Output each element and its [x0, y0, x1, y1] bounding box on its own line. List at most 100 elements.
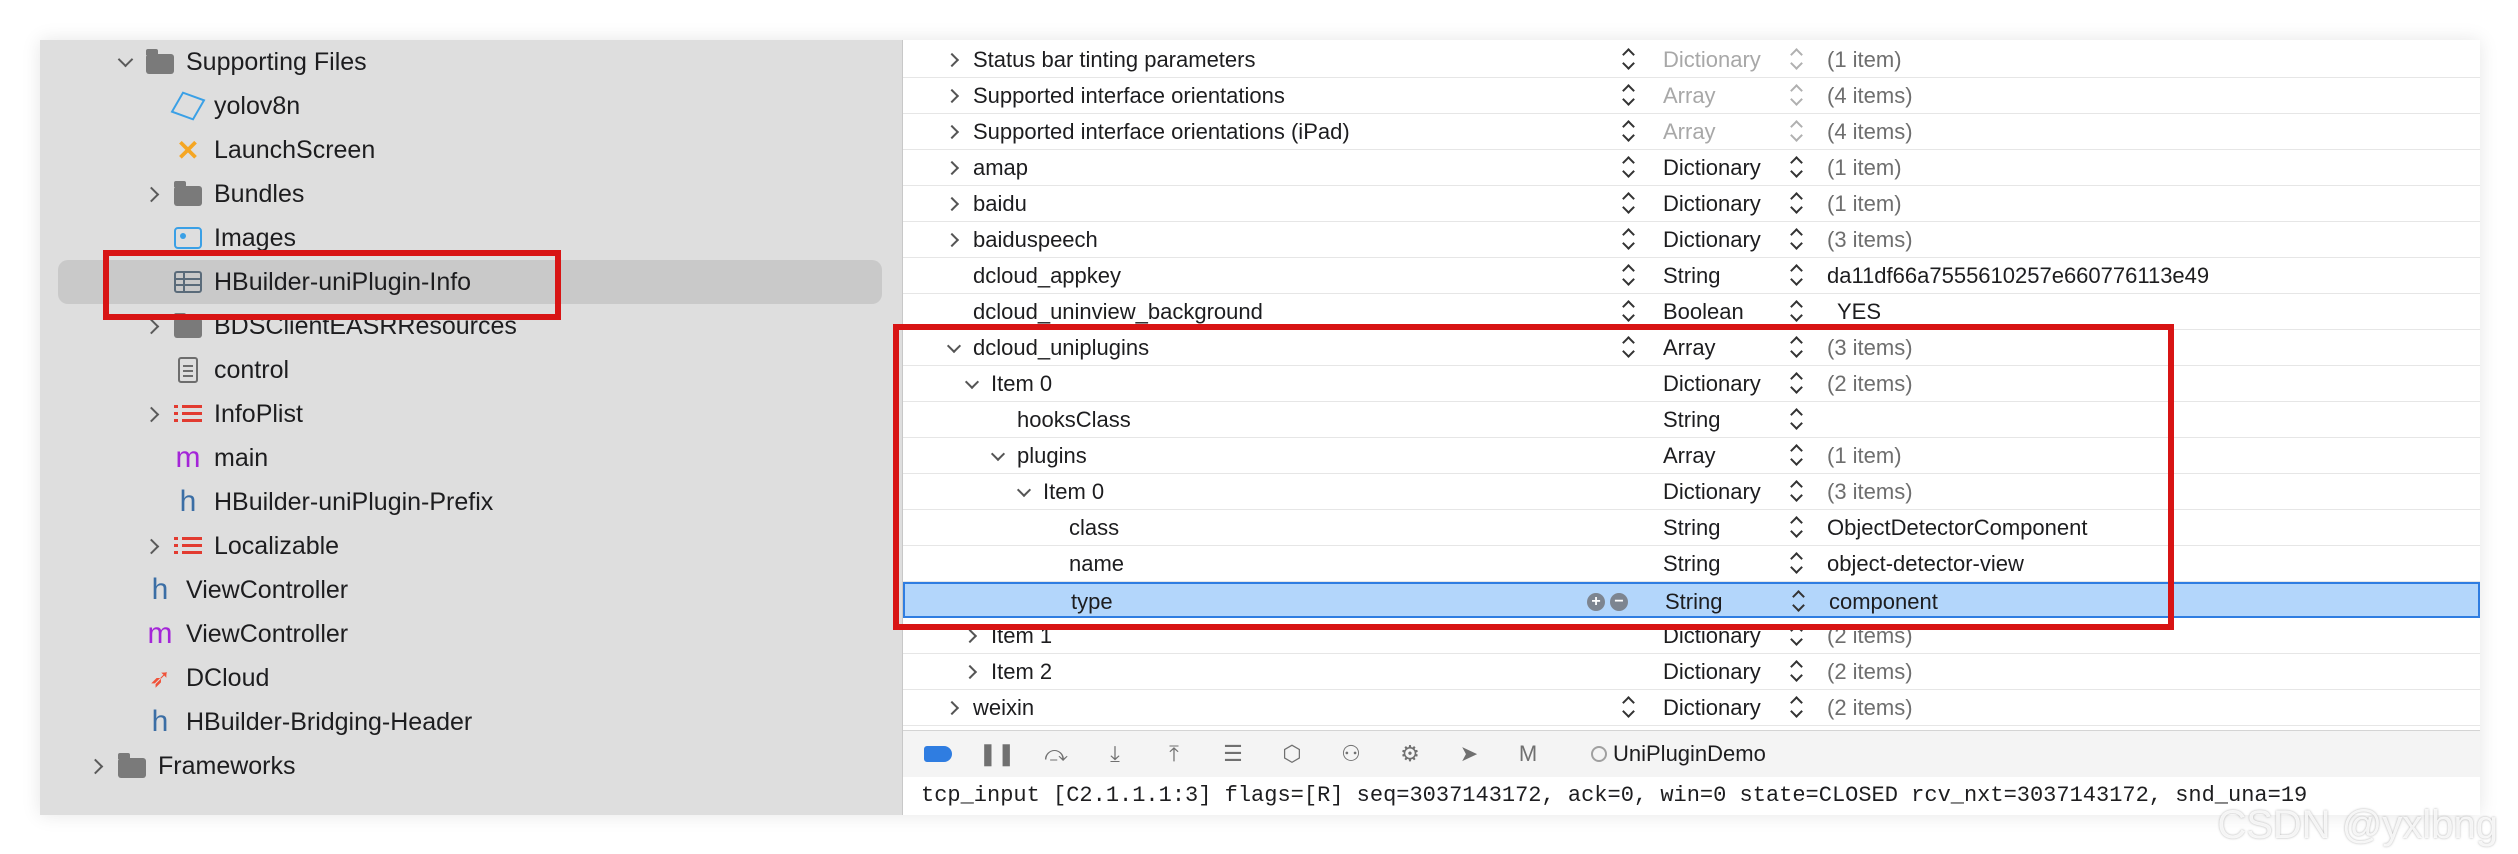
plist-key[interactable]: dcloud_uninview_background: [973, 294, 1263, 330]
navigator-item[interactable]: h ViewController: [40, 568, 902, 612]
navigator-item[interactable]: InfoPlist: [40, 392, 902, 436]
step-into-icon[interactable]: ⤓: [1100, 739, 1130, 769]
plist-key[interactable]: Supported interface orientations: [973, 78, 1285, 114]
navigator-item[interactable]: m main: [40, 436, 902, 480]
plist-value[interactable]: (2 items): [1827, 618, 1913, 654]
plist-key[interactable]: Item 0: [1043, 474, 1104, 510]
plist-row[interactable]: Status bar tinting parameters Dictionary (…: [903, 42, 2480, 78]
type-popup-icon[interactable]: [1789, 696, 1803, 720]
plist-key[interactable]: name: [1069, 546, 1124, 582]
breakpoints-toggle-icon[interactable]: [923, 739, 953, 769]
disclosure-right-icon[interactable]: [945, 78, 963, 114]
navigator-item[interactable]: Frameworks: [40, 744, 902, 788]
navigator-item[interactable]: ➶ DCloud: [40, 656, 902, 700]
plist-key[interactable]: Supported interface orientations (iPad): [973, 114, 1350, 150]
navigator-item[interactable]: BDSClientEASRResources: [40, 304, 902, 348]
plist-type[interactable]: Dictionary: [1663, 42, 1761, 78]
plist-value[interactable]: (3 items): [1827, 222, 1913, 258]
key-popup-icon[interactable]: [1621, 228, 1635, 252]
step-out-icon[interactable]: ⤒: [1159, 739, 1189, 769]
key-popup-icon[interactable]: [1621, 336, 1635, 360]
key-popup-icon[interactable]: [1621, 300, 1635, 324]
type-popup-icon[interactable]: [1789, 156, 1803, 180]
type-popup-icon[interactable]: [1789, 624, 1803, 648]
plist-key[interactable]: baidu: [973, 186, 1027, 222]
plist-row[interactable]: Supported interface orientations Array (4 …: [903, 78, 2480, 114]
environment-icon[interactable]: ⚇: [1336, 739, 1366, 769]
plist-type[interactable]: Array: [1663, 114, 1716, 150]
type-popup-icon[interactable]: [1789, 552, 1803, 576]
plist-value[interactable]: (2 items): [1827, 366, 1913, 402]
plist-key[interactable]: baiduspeech: [973, 222, 1098, 258]
key-popup-icon[interactable]: [1621, 696, 1635, 720]
key-popup-icon[interactable]: [1621, 156, 1635, 180]
plist-type[interactable]: String: [1663, 510, 1720, 546]
type-popup-icon[interactable]: [1791, 590, 1805, 614]
type-popup-icon[interactable]: [1789, 120, 1803, 144]
type-popup-icon[interactable]: [1789, 84, 1803, 108]
plist-key[interactable]: dcloud_uniplugins: [973, 330, 1149, 366]
disclosure-down-icon[interactable]: [114, 40, 136, 84]
type-popup-icon[interactable]: [1789, 480, 1803, 504]
plist-key[interactable]: amap: [973, 150, 1028, 186]
plist-type[interactable]: String: [1663, 402, 1720, 438]
type-popup-icon[interactable]: [1789, 408, 1803, 432]
plist-value[interactable]: object-detector-view: [1827, 546, 2024, 582]
plist-row[interactable]: weixin Dictionary (2 items): [903, 690, 2480, 726]
type-popup-icon[interactable]: [1789, 660, 1803, 684]
memory-graph-icon[interactable]: ⬡: [1277, 739, 1307, 769]
plist-type[interactable]: Dictionary: [1663, 186, 1761, 222]
plist-value[interactable]: YES: [1837, 294, 1881, 330]
plist-type[interactable]: Dictionary: [1663, 618, 1761, 654]
plist-key[interactable]: class: [1069, 510, 1119, 546]
navigator-item[interactable]: Images: [40, 216, 902, 260]
plist-value[interactable]: component: [1829, 584, 1938, 620]
disclosure-right-icon[interactable]: [945, 690, 963, 726]
disclosure-right-icon[interactable]: [142, 524, 164, 568]
plist-value[interactable]: (4 items): [1827, 78, 1913, 114]
plist-row[interactable]: dcloud_appkey String da11df66a7555610257e6…: [903, 258, 2480, 294]
disclosure-right-icon[interactable]: [945, 42, 963, 78]
plist-key[interactable]: Item 0: [991, 366, 1052, 402]
disclosure-right-icon[interactable]: [142, 392, 164, 436]
plist-row[interactable]: Item 1 Dictionary (2 items): [903, 618, 2480, 654]
plist-type[interactable]: Dictionary: [1663, 150, 1761, 186]
navigator-item[interactable]: h HBuilder-uniPlugin-Prefix: [40, 480, 902, 524]
type-popup-icon[interactable]: [1789, 516, 1803, 540]
plist-value[interactable]: (1 item): [1827, 150, 1902, 186]
remove-row-icon[interactable]: −: [1610, 593, 1628, 611]
key-popup-icon[interactable]: [1621, 48, 1635, 72]
type-popup-icon[interactable]: [1789, 48, 1803, 72]
plist-row[interactable]: class String ObjectDetectorComponent: [903, 510, 2480, 546]
plist-row[interactable]: amap Dictionary (1 item): [903, 150, 2480, 186]
disclosure-right-icon[interactable]: [963, 618, 981, 654]
plist-row[interactable]: Supported interface orientations (iPad) A…: [903, 114, 2480, 150]
disclosure-right-icon[interactable]: [945, 150, 963, 186]
plist-key[interactable]: plugins: [1017, 438, 1087, 474]
simulate-location-icon[interactable]: ⚙: [1395, 739, 1425, 769]
plist-row[interactable]: dcloud_uninview_background Boolean YES: [903, 294, 2480, 330]
navigator-item[interactable]: Supporting Files: [40, 40, 902, 84]
plist-value[interactable]: (2 items): [1827, 654, 1913, 690]
plist-value[interactable]: (3 items): [1827, 474, 1913, 510]
disclosure-down-icon[interactable]: [1015, 474, 1033, 510]
disclosure-right-icon[interactable]: [142, 304, 164, 348]
plist-value[interactable]: (4 items): [1827, 114, 1913, 150]
plist-value[interactable]: da11df66a7555610257e660776113e49: [1827, 258, 2209, 294]
key-popup-icon[interactable]: [1621, 120, 1635, 144]
type-popup-icon[interactable]: [1789, 300, 1803, 324]
scheme-label[interactable]: UniPluginDemo: [1613, 731, 1766, 777]
plist-key[interactable]: weixin: [973, 690, 1034, 726]
type-popup-icon[interactable]: [1789, 228, 1803, 252]
disclosure-down-icon[interactable]: [963, 366, 981, 402]
plist-type[interactable]: String: [1663, 546, 1720, 582]
type-popup-icon[interactable]: [1789, 372, 1803, 396]
plist-row[interactable]: Item 2 Dictionary (2 items): [903, 654, 2480, 690]
navigator-item[interactable]: ✕ LaunchScreen: [40, 128, 902, 172]
plist-row[interactable]: hooksClass String: [903, 402, 2480, 438]
plist-type[interactable]: String: [1663, 258, 1720, 294]
plist-type[interactable]: String: [1665, 584, 1722, 620]
pause-icon[interactable]: ❚❚: [979, 739, 1016, 769]
type-popup-icon[interactable]: [1789, 264, 1803, 288]
navigator-item[interactable]: m ViewController: [40, 612, 902, 656]
